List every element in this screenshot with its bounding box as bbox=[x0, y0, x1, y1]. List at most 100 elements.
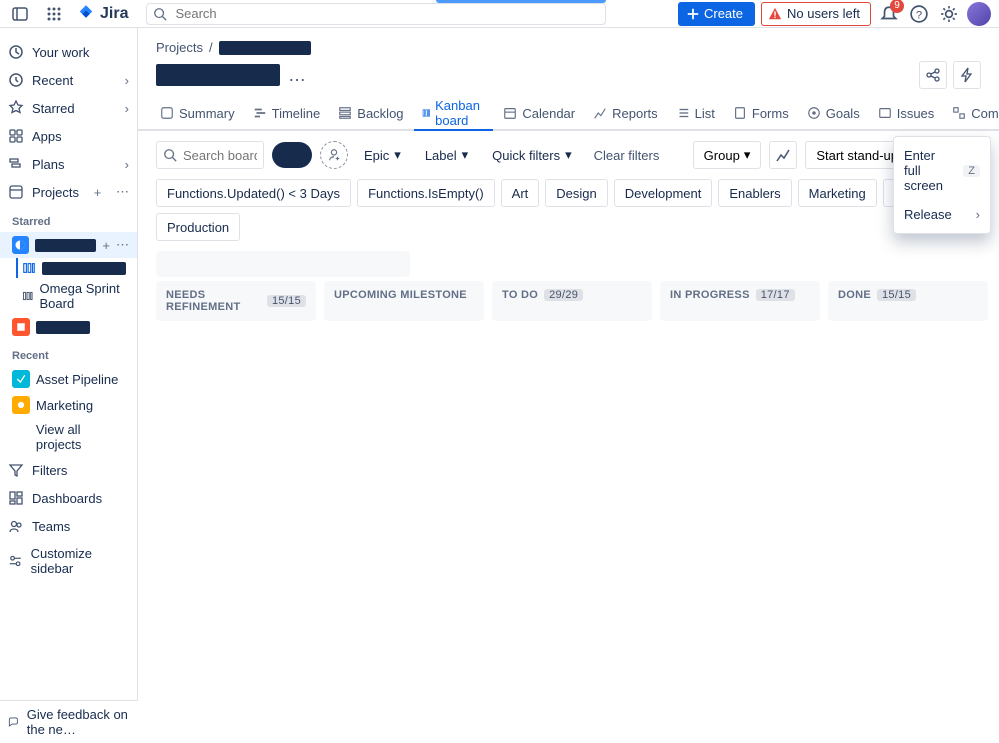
sidebar-item-plans[interactable]: Plans › bbox=[0, 150, 137, 178]
dd-label: Label bbox=[425, 148, 457, 163]
sidebar-item-projects[interactable]: Projects + ⋯ bbox=[0, 178, 137, 206]
sidebar-label: Customize sidebar bbox=[31, 546, 129, 576]
no-users-left-button[interactable]: No users left bbox=[761, 2, 871, 26]
starred-project-1[interactable]: + ⋯ bbox=[0, 232, 137, 258]
tab-reports[interactable]: Reports bbox=[585, 97, 666, 129]
group-button[interactable]: Group ▾ bbox=[693, 141, 762, 169]
tab-calendar[interactable]: Calendar bbox=[495, 97, 583, 129]
collapse-sidebar-icon[interactable] bbox=[8, 2, 32, 26]
tab-forms[interactable]: Forms bbox=[725, 97, 797, 129]
automation-button[interactable] bbox=[953, 61, 981, 89]
redacted-text bbox=[36, 321, 90, 334]
menu-label: Release bbox=[904, 207, 952, 222]
sidebar-item-apps[interactable]: Apps bbox=[0, 122, 137, 150]
crumb-projects[interactable]: Projects bbox=[156, 40, 203, 55]
filter-chips: Functions.Updated() < 3 Days Functions.I… bbox=[138, 179, 999, 251]
menu-label: Enter full screen bbox=[904, 148, 955, 193]
chip-art[interactable]: Art bbox=[501, 179, 540, 207]
recent-marketing[interactable]: Marketing bbox=[0, 392, 137, 418]
logo-text: Jira bbox=[100, 5, 128, 23]
starred-project-2[interactable] bbox=[0, 314, 137, 340]
add-people-button[interactable] bbox=[320, 141, 348, 169]
user-avatar[interactable] bbox=[967, 2, 991, 26]
settings-icon[interactable] bbox=[937, 2, 961, 26]
tab-timeline[interactable]: Timeline bbox=[245, 97, 329, 129]
search-icon bbox=[163, 148, 177, 162]
board-toolbar: Epic▾ Label▾ Quick filters▾ Clear filter… bbox=[138, 131, 999, 179]
more-icon[interactable]: ⋯ bbox=[116, 237, 129, 253]
menu-release[interactable]: Release › bbox=[894, 200, 990, 229]
global-search[interactable] bbox=[146, 3, 606, 25]
plus-icon[interactable]: + bbox=[94, 185, 102, 200]
create-label: Create bbox=[704, 6, 743, 21]
project-icon bbox=[12, 236, 29, 254]
menu-enter-fullscreen[interactable]: Enter full screen Z bbox=[894, 141, 990, 200]
share-button[interactable] bbox=[919, 61, 947, 89]
tab-label: Components bbox=[971, 106, 999, 121]
assignee-avatars[interactable] bbox=[272, 142, 312, 168]
tab-kanban-board[interactable]: Kanban board bbox=[414, 97, 494, 129]
more-icon[interactable]: ⋯ bbox=[116, 184, 129, 200]
starred-board-omega[interactable]: Omega Sprint Board bbox=[0, 278, 137, 314]
chip-production[interactable]: Production bbox=[156, 213, 240, 241]
column-done: DONE15/15 bbox=[828, 281, 988, 321]
quick-filters[interactable]: Quick filters▾ bbox=[484, 141, 579, 169]
sidebar-item-recent[interactable]: Recent › bbox=[0, 66, 137, 94]
sidebar-item-customize[interactable]: Customize sidebar bbox=[0, 540, 137, 582]
project-icon bbox=[12, 396, 30, 414]
swimlane-header[interactable] bbox=[156, 251, 410, 277]
label-filter[interactable]: Label▾ bbox=[417, 141, 476, 169]
chip-development[interactable]: Development bbox=[614, 179, 713, 207]
chip-design[interactable]: Design bbox=[545, 179, 607, 207]
chevron-down-icon: ▾ bbox=[744, 147, 751, 163]
chevron-right-icon: › bbox=[125, 157, 129, 172]
col-count: 29/29 bbox=[544, 289, 583, 301]
recent-asset-pipeline[interactable]: Asset Pipeline bbox=[0, 366, 137, 392]
col-count: 15/15 bbox=[267, 295, 306, 307]
board-area: NEEDS REFINEMENT15/15 UPCOMING MILESTONE… bbox=[138, 251, 999, 743]
chip-marketing[interactable]: Marketing bbox=[798, 179, 877, 207]
sidebar-item-teams[interactable]: Teams bbox=[0, 512, 137, 540]
tab-goals[interactable]: Goals bbox=[799, 97, 868, 129]
recent-heading: Recent bbox=[0, 340, 137, 366]
insights-button[interactable] bbox=[769, 141, 797, 169]
column-in-progress: IN PROGRESS 17/17 bbox=[660, 281, 820, 321]
search-icon bbox=[153, 7, 167, 21]
chip-updated[interactable]: Functions.Updated() < 3 Days bbox=[156, 179, 351, 207]
logo[interactable]: Jira bbox=[76, 4, 128, 24]
tab-components[interactable]: Components bbox=[944, 97, 999, 129]
chevron-down-icon: ▾ bbox=[565, 147, 572, 163]
epic-filter[interactable]: Epic▾ bbox=[356, 141, 409, 169]
col-title: IN PROGRESS bbox=[670, 289, 750, 301]
redacted-avatar bbox=[272, 142, 312, 168]
app-switcher-icon[interactable] bbox=[42, 2, 66, 26]
sidebar-label: Recent bbox=[32, 73, 73, 88]
tab-issues[interactable]: Issues bbox=[870, 97, 943, 129]
project-label: Marketing bbox=[36, 398, 93, 413]
tab-list[interactable]: List bbox=[668, 97, 723, 129]
chevron-right-icon: › bbox=[125, 73, 129, 88]
help-icon[interactable]: ? bbox=[907, 2, 931, 26]
tab-summary[interactable]: Summary bbox=[152, 97, 243, 129]
tab-label: Reports bbox=[612, 106, 658, 121]
chip-enablers[interactable]: Enablers bbox=[718, 179, 791, 207]
dd-label: Group bbox=[704, 148, 740, 163]
sidebar-item-starred[interactable]: Starred › bbox=[0, 94, 137, 122]
create-button[interactable]: Create bbox=[678, 2, 755, 26]
give-feedback[interactable]: Give feedback on the ne… bbox=[0, 700, 138, 743]
sidebar-item-your-work[interactable]: Your work bbox=[0, 38, 137, 66]
search-input[interactable] bbox=[146, 3, 606, 25]
tab-backlog[interactable]: Backlog bbox=[330, 97, 411, 129]
tab-label: Summary bbox=[179, 106, 235, 121]
col-count: 17/17 bbox=[756, 289, 795, 301]
view-all-projects[interactable]: View all projects bbox=[0, 418, 137, 456]
starred-board-redacted[interactable] bbox=[0, 258, 137, 278]
sidebar-item-filters[interactable]: Filters bbox=[0, 456, 137, 484]
project-icon bbox=[12, 318, 30, 336]
column-needs-refinement: NEEDS REFINEMENT15/15 bbox=[156, 281, 316, 321]
plus-icon[interactable]: + bbox=[102, 238, 110, 253]
notifications-icon[interactable]: 9 bbox=[877, 2, 901, 26]
sidebar-item-dashboards[interactable]: Dashboards bbox=[0, 484, 137, 512]
clear-filters[interactable]: Clear filters bbox=[588, 148, 666, 163]
chip-isempty[interactable]: Functions.IsEmpty() bbox=[357, 179, 495, 207]
